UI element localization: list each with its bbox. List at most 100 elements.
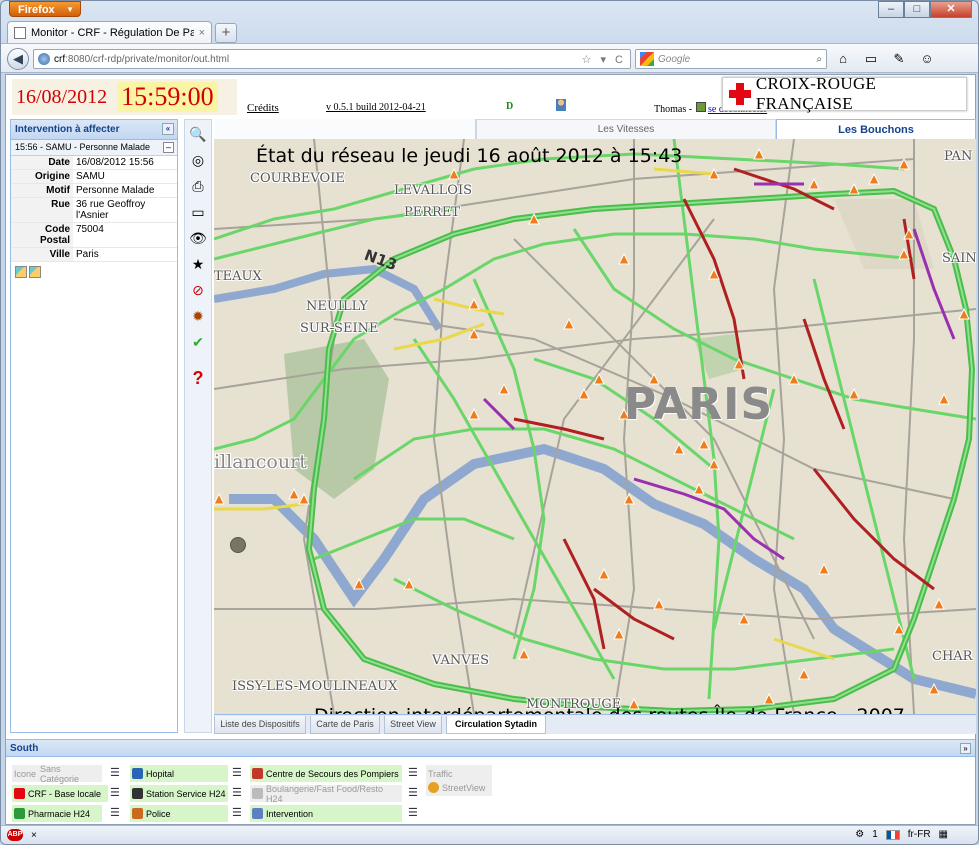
locale-label[interactable]: fr-FR <box>908 829 931 840</box>
list-icon[interactable]: ☰ <box>110 807 122 819</box>
detail-label: Origine <box>11 169 73 184</box>
close-window-button[interactable]: ✕ <box>930 1 972 18</box>
panel-actions <box>15 266 41 278</box>
tab-liste-dispositifs[interactable]: Liste des Dispositifs <box>214 716 306 734</box>
minus-icon[interactable]: – <box>163 142 174 153</box>
intervention-item[interactable]: 15:56 - SAMU - Personne Malade – <box>11 140 177 156</box>
url-bar[interactable]: crf:8080/crf-rdp/private/monitor/out.htm… <box>33 49 631 69</box>
edit-icon[interactable] <box>29 266 41 278</box>
home-icon[interactable]: ⌂ <box>833 50 853 68</box>
d-indicator: D <box>506 101 514 112</box>
intervention-details: Date 16/08/2012 15:56 Origine SAMU Motif Pe… <box>11 156 177 262</box>
back-button[interactable]: ◀ <box>7 48 29 70</box>
version-link[interactable]: v 0.5.1 build 2012-04-21 <box>326 102 426 113</box>
tab-street-view[interactable]: Street View <box>384 716 442 734</box>
bug-icon[interactable]: ✹ <box>187 305 209 327</box>
minimize-button[interactable]: – <box>878 1 904 18</box>
navigation-bar: ◀ crf:8080/crf-rdp/private/monitor/out.h… <box>1 43 978 73</box>
forbidden-icon[interactable]: ⊘ <box>187 279 209 301</box>
legend-label: Station Service H24 <box>146 788 226 799</box>
place-label: NEUILLY <box>306 299 368 314</box>
legend-item[interactable]: Intervention <box>250 805 402 822</box>
list-icon[interactable]: ☰ <box>408 807 420 819</box>
legend-item[interactable]: Icone Sans Catégorie <box>12 764 102 784</box>
check-icon[interactable]: ✔ <box>187 331 209 353</box>
new-tab-button[interactable]: + <box>215 23 237 43</box>
tab-bouchons[interactable]: Les Bouchons <box>776 119 976 139</box>
map-canvas <box>214 139 976 714</box>
list-icon[interactable]: ☰ <box>232 767 244 779</box>
list-icon[interactable]: ☰ <box>408 767 420 779</box>
legend-item[interactable]: Centre de Secours des Pompiers <box>250 765 402 782</box>
addon-status-icon[interactable]: ABP <box>7 829 23 841</box>
crf-base-icon <box>14 788 25 799</box>
pharmacy-icon <box>14 808 25 819</box>
bookmark-star-icon[interactable]: ☆ ▾ C <box>582 53 626 66</box>
detail-value: 36 rue Geoffroy l'Asnier <box>73 197 177 223</box>
place-label: VANVES <box>432 653 490 668</box>
detail-label: Date <box>11 156 73 170</box>
location-marker[interactable] <box>230 537 246 553</box>
help-icon[interactable]: ? <box>187 367 209 389</box>
addon-icon[interactable]: ☺ <box>917 50 937 68</box>
globe-icon <box>38 53 50 65</box>
print-icon[interactable]: ⎙ <box>187 175 209 197</box>
legend-label: Centre de Secours des Pompiers <box>266 768 399 779</box>
legend-item[interactable]: StreetView <box>426 779 492 796</box>
place-label: LEVALLOIS <box>394 183 472 198</box>
list-icon[interactable]: ☰ <box>232 807 244 819</box>
search-input[interactable]: Google ⌕ <box>635 49 827 69</box>
expand-icon[interactable]: » <box>960 743 971 754</box>
addon-icon[interactable]: ⚙ <box>855 829 864 840</box>
legend-item[interactable]: Station Service H24 <box>130 785 228 802</box>
close-tab-icon[interactable]: × <box>199 27 205 39</box>
browser-tab[interactable]: Monitor - CRF - Régulation De Paris × <box>7 21 212 43</box>
place-label: CHAR <box>932 649 973 664</box>
tools-icon[interactable]: ✎ <box>889 50 909 68</box>
detail-label: Motif <box>11 183 73 198</box>
grid-icon[interactable]: ▦ <box>939 829 948 840</box>
legend-item[interactable]: Hopital <box>130 765 228 782</box>
legend-item[interactable]: Pharmacie H24 <box>12 805 102 822</box>
legend-label: Traffic <box>428 768 453 779</box>
zoom-extent-icon[interactable]: ◎ <box>187 149 209 171</box>
bookmarks-icon[interactable]: ▭ <box>861 50 881 68</box>
legend-item[interactable]: CRF - Base locale <box>12 785 108 802</box>
collapse-icon[interactable]: « <box>162 123 174 135</box>
select-icon[interactable]: ★ <box>187 253 209 275</box>
tab-carte-paris[interactable]: Carte de Paris <box>310 716 380 734</box>
place-label: ISSY-LES-MOULINEAUX <box>232 679 398 694</box>
logo-text: CROIX-ROUGE FRANÇAISE <box>755 74 877 113</box>
close-statusbar-icon[interactable]: × <box>31 830 37 841</box>
bakery-icon <box>252 788 263 799</box>
list-icon[interactable]: ☰ <box>232 787 244 799</box>
map-footer: Direction interdépartementale des routes… <box>314 705 905 714</box>
map-icon[interactable] <box>15 266 27 278</box>
view-icon[interactable]: 👁 <box>187 227 209 249</box>
credits-link[interactable]: Crédits <box>247 102 279 114</box>
legend-label: Hopital <box>146 768 175 779</box>
tab-vitesses[interactable]: Les Vitesses <box>476 119 776 139</box>
crf-logo: CROIX-ROUGE FRANÇAISE <box>722 74 967 113</box>
list-icon[interactable]: ☰ <box>110 767 122 779</box>
firefox-menu-button[interactable]: Firefox ▼ <box>9 1 81 17</box>
list-icon[interactable]: ☰ <box>408 787 420 799</box>
search-icon[interactable]: ⌕ <box>816 54 822 65</box>
measure-icon[interactable]: ▭ <box>187 201 209 223</box>
legend-item[interactable]: Police <box>130 805 228 822</box>
place-label: SAIN <box>942 251 976 266</box>
zoom-in-icon[interactable]: 🔍 <box>187 123 209 145</box>
status-right: ⚙ 1 fr-FR ▦ <box>855 829 948 840</box>
legend-item[interactable]: Boulangerie/Fast Food/Resto H24 <box>250 784 402 804</box>
traffic-map[interactable]: État du réseau le jeudi 16 août 2012 à 1… <box>214 139 976 714</box>
list-icon[interactable]: ☰ <box>110 787 122 799</box>
city-label: PARIS <box>624 379 774 430</box>
place-label: COURBEVOIE <box>250 171 345 186</box>
tab-circulation-sytadin[interactable]: Circulation Sytadin <box>446 716 546 734</box>
url-host: crf <box>54 53 66 65</box>
place-label: PERRET <box>404 205 460 220</box>
intervention-icon <box>252 808 263 819</box>
red-cross-icon <box>729 83 751 105</box>
maximize-button[interactable]: □ <box>904 1 930 18</box>
legend-prefix: Icone <box>14 768 37 779</box>
